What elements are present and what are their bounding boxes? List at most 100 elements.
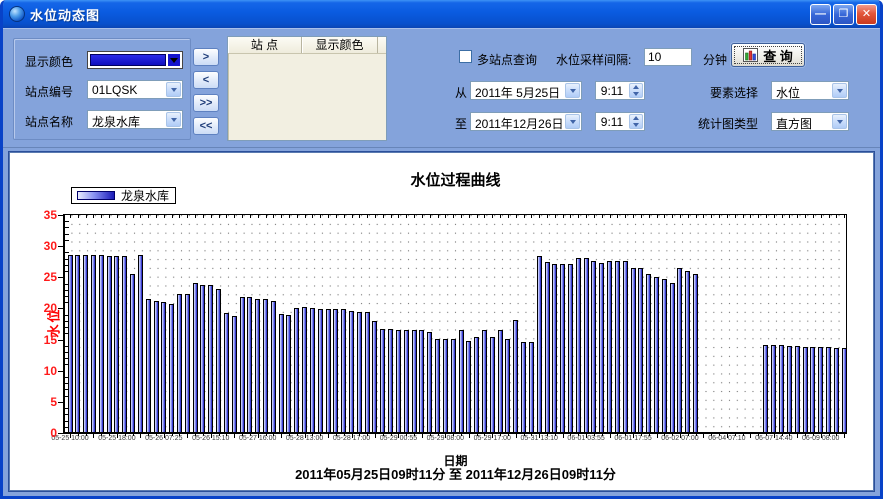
- x-tick-top: [406, 215, 407, 218]
- x-tick-top: [359, 215, 360, 218]
- bar-chart-icon: [743, 48, 758, 62]
- bar: [349, 311, 354, 432]
- bar: [490, 337, 495, 432]
- list-header-station[interactable]: 站 点: [228, 37, 302, 53]
- interval-input[interactable]: [644, 48, 692, 66]
- x-tick-top: [336, 215, 337, 218]
- y-tick: [65, 259, 69, 260]
- chevron-down-icon: [565, 114, 580, 129]
- x-tick-top: [414, 215, 415, 218]
- bar: [255, 299, 260, 432]
- y-tick: [65, 421, 69, 422]
- element-select-label: 要素选择: [710, 84, 758, 101]
- bar: [326, 309, 331, 432]
- move-all-left-button[interactable]: <<: [193, 117, 219, 135]
- x-tick-top: [758, 215, 759, 218]
- bar: [670, 283, 675, 432]
- spinner-arrows-icon[interactable]: [629, 114, 643, 129]
- x-tick-top: [524, 215, 525, 218]
- title-bar[interactable]: 水位动态图 — ❐ ✕: [0, 0, 883, 28]
- x-tick: [312, 432, 313, 436]
- spinner-arrows-icon[interactable]: [629, 83, 643, 98]
- x-tick: [187, 432, 188, 438]
- bar: [357, 312, 362, 432]
- x-tick: [86, 432, 87, 436]
- x-tick: [696, 432, 697, 436]
- x-tick: [555, 432, 556, 436]
- x-tick-top: [140, 215, 141, 218]
- query-button[interactable]: 查 询: [731, 43, 805, 67]
- x-tick: [610, 432, 611, 438]
- bar: [240, 297, 245, 432]
- x-tick-top: [453, 215, 454, 218]
- y-tick: [58, 215, 65, 216]
- x-tick-label: 05-26 07:25: [145, 435, 182, 442]
- move-right-button[interactable]: >: [193, 48, 219, 66]
- x-tick-label: 06-07 14:40: [755, 435, 792, 442]
- bar: [545, 262, 550, 432]
- bar: [505, 339, 510, 432]
- bar: [380, 329, 385, 432]
- x-tick: [281, 432, 282, 438]
- bar: [200, 285, 205, 432]
- bar: [91, 255, 96, 432]
- x-tick-top: [813, 215, 814, 218]
- x-tick-top: [461, 215, 462, 218]
- x-tick: [750, 432, 751, 438]
- station-list[interactable]: 站 点 显示颜色: [227, 36, 387, 141]
- station-name-dropdown[interactable]: 龙泉水库: [87, 110, 183, 129]
- bar: [310, 308, 315, 432]
- from-time-spinner[interactable]: 9:11: [595, 81, 645, 100]
- move-left-button[interactable]: <: [193, 71, 219, 89]
- bar: [584, 258, 589, 432]
- from-label: 从: [455, 84, 467, 101]
- close-button[interactable]: ✕: [856, 4, 877, 25]
- x-tick-top: [844, 215, 845, 218]
- bar: [638, 268, 643, 432]
- to-time-spinner[interactable]: 9:11: [595, 112, 645, 131]
- y-tick: [65, 221, 69, 222]
- element-dropdown[interactable]: 水位: [771, 81, 849, 100]
- bar: [396, 330, 401, 432]
- y-tick: [65, 427, 69, 428]
- x-tick-top: [688, 215, 689, 218]
- x-tick-label: 05-29 00:55: [380, 435, 417, 442]
- x-tick: [469, 432, 470, 438]
- x-tick-top: [578, 215, 579, 218]
- bar: [75, 255, 80, 432]
- x-tick-top: [531, 215, 532, 218]
- station-id-dropdown[interactable]: 01LQSK: [87, 80, 183, 99]
- display-color-dropdown[interactable]: [87, 51, 183, 69]
- bar: [842, 348, 847, 432]
- x-tick-top: [70, 215, 71, 218]
- y-tick: [65, 252, 69, 253]
- from-date-dropdown[interactable]: 2011年 5月25日: [470, 81, 582, 100]
- bar: [107, 256, 112, 432]
- x-tick: [547, 432, 548, 436]
- x-tick-top: [563, 215, 564, 218]
- minimize-button[interactable]: —: [810, 4, 831, 25]
- bar: [763, 345, 768, 432]
- chart-type-dropdown[interactable]: 直方图: [771, 112, 849, 131]
- legend-label: 龙泉水库: [121, 187, 169, 204]
- x-tick-top: [829, 215, 830, 218]
- move-all-right-button[interactable]: >>: [193, 94, 219, 112]
- to-date-dropdown[interactable]: 2011年12月26日: [470, 112, 582, 131]
- date-range-caption: 2011年05月25日09时11分 至 2011年12月26日09时11分: [64, 464, 847, 483]
- bar: [224, 313, 229, 432]
- x-tick-top: [821, 215, 822, 218]
- x-tick-top: [305, 215, 306, 218]
- x-tick-label: 06-04 07:10: [708, 435, 745, 442]
- y-tick-label: 15: [44, 333, 57, 347]
- multi-station-checkbox[interactable]: [459, 50, 472, 63]
- bar: [560, 264, 565, 432]
- list-header-color[interactable]: 显示颜色: [302, 37, 378, 53]
- x-tick-top: [367, 215, 368, 218]
- chevron-down-icon: [565, 83, 580, 98]
- x-tick: [93, 432, 94, 438]
- bar: [177, 294, 182, 432]
- maximize-button[interactable]: ❐: [833, 4, 854, 25]
- bar: [677, 268, 682, 432]
- x-tick: [516, 432, 517, 438]
- bar: [302, 307, 307, 432]
